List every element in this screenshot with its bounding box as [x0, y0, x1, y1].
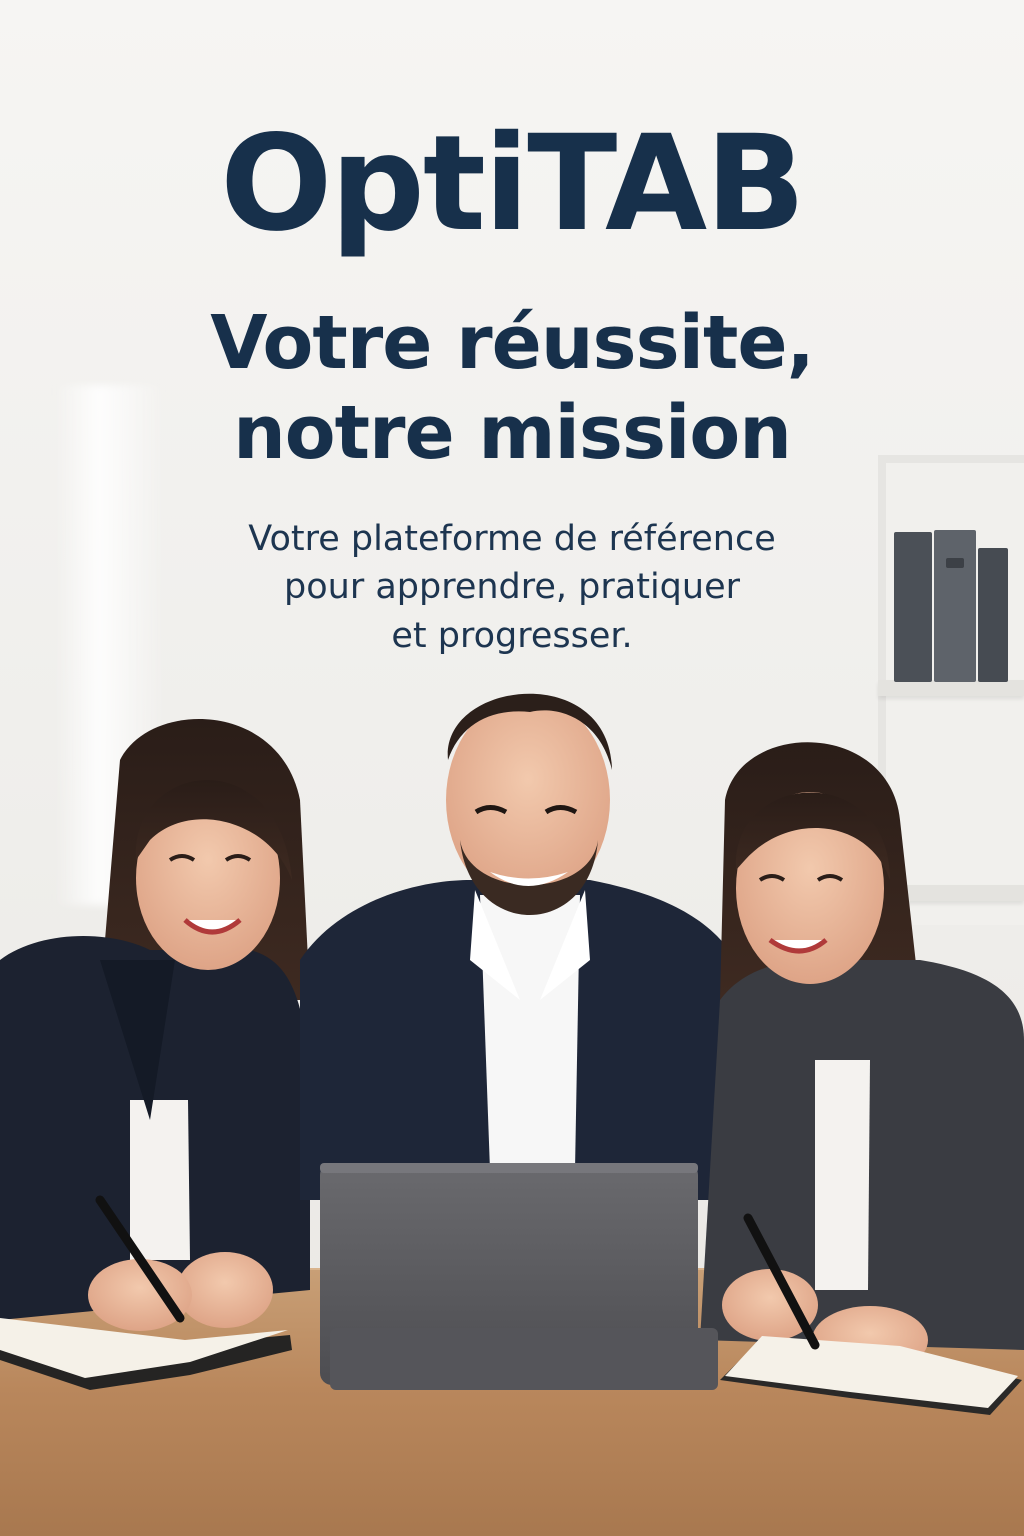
people-illustration	[0, 693, 1024, 1415]
woman-right	[700, 742, 1024, 1374]
laptop	[320, 1163, 718, 1390]
man-center	[300, 693, 760, 1200]
poster: OptiTAB Votre réussite, notre mission Vo…	[0, 0, 1024, 1536]
woman-left	[0, 719, 310, 1331]
